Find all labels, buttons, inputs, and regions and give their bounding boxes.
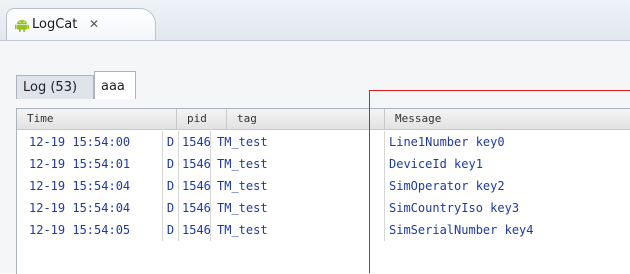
android-icon [15, 20, 29, 32]
cell-pid: 1546 [179, 153, 211, 175]
cell-level: D [163, 219, 179, 241]
table-row[interactable]: 12-19 15:54:05 D 1546 TM_test SimSerialN… [17, 219, 630, 241]
cell-message: Line1Number key0 [389, 135, 505, 149]
cell-pid: 1546 [179, 131, 211, 153]
table-header: Time pid tag Message [17, 109, 630, 130]
cell-pid: 1546 [179, 197, 211, 219]
cell-level: D [163, 153, 179, 175]
cell-message: SimCountryIso key3 [389, 201, 520, 215]
cell-message: SimSerialNumber key4 [389, 223, 534, 237]
cell-level: D [163, 131, 179, 153]
column-header-time[interactable]: Time [17, 109, 177, 129]
column-header-pid[interactable]: pid [177, 109, 227, 129]
cell-message: DeviceId key1 [389, 157, 483, 171]
view-tab-title: LogCat [32, 17, 78, 32]
cell-time: 12-19 15:54:05 [17, 219, 163, 241]
column-header-tag[interactable]: tag [227, 109, 385, 129]
cell-tag: TM_test [211, 219, 385, 241]
cell-tag: TM_test [211, 131, 385, 153]
close-icon[interactable]: ✕ [89, 17, 99, 31]
cell-level: D [163, 175, 179, 197]
cell-level: D [163, 197, 179, 219]
cell-tag: TM_test [211, 153, 385, 175]
logcat-view-tab[interactable]: LogCat ✕ [6, 8, 156, 40]
table-row[interactable]: 12-19 15:54:01 D 1546 TM_test DeviceId k… [17, 153, 630, 175]
table-row[interactable]: 12-19 15:54:04 D 1546 TM_test SimCountry… [17, 197, 630, 219]
view-title-bar: LogCat ✕ [0, 0, 630, 41]
cell-tag: TM_test [211, 175, 385, 197]
cell-time: 12-19 15:54:00 [17, 131, 163, 153]
log-table: Time pid tag Message 12-19 15:54:00 D 15… [16, 108, 630, 274]
cell-pid: 1546 [179, 175, 211, 197]
column-header-message[interactable]: Message [385, 109, 630, 129]
tab-aaa[interactable]: aaa [94, 71, 136, 99]
cell-message: SimOperator key2 [389, 179, 505, 193]
tab-log[interactable]: Log (53) [16, 75, 94, 99]
logcat-content: Log (53) aaa Time pid tag Message 12-19 … [0, 41, 630, 274]
cell-time: 12-19 15:54:04 [17, 197, 163, 219]
table-row[interactable]: 12-19 15:54:04 D 1546 TM_test SimOperato… [17, 175, 630, 197]
cell-time: 12-19 15:54:04 [17, 175, 163, 197]
cell-tag: TM_test [211, 197, 385, 219]
cell-time: 12-19 15:54:01 [17, 153, 163, 175]
table-row[interactable]: 12-19 15:54:00 D 1546 TM_test Line1Numbe… [17, 131, 630, 153]
cell-pid: 1546 [179, 219, 211, 241]
